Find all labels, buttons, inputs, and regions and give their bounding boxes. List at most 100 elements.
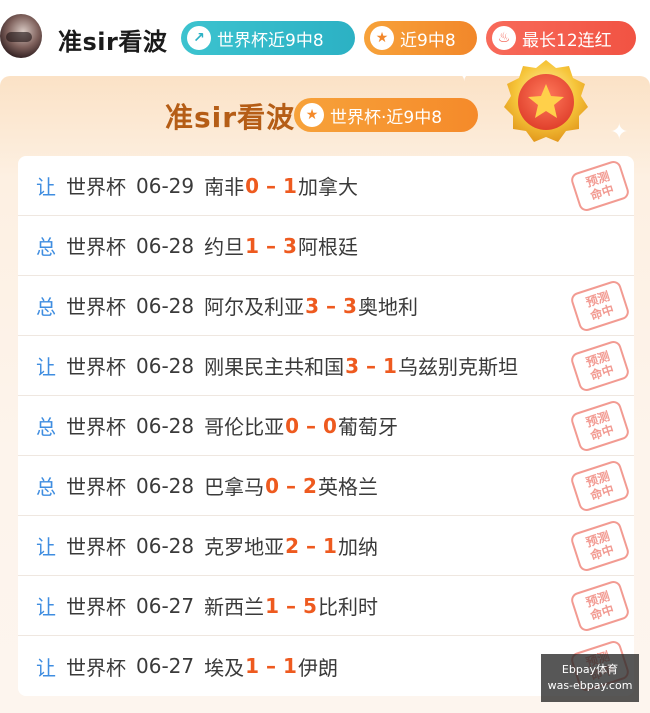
badge-streak[interactable]: ♨ 最长12连红 bbox=[486, 21, 636, 55]
card-title: 准sir看波 bbox=[165, 101, 296, 134]
away-team: 葡萄牙 bbox=[337, 415, 398, 439]
home-team: 阿尔及利亚 bbox=[204, 295, 305, 319]
home-score: 2 bbox=[285, 533, 300, 558]
bet-type-tag: 总 bbox=[36, 475, 56, 499]
league-name: 世界杯 bbox=[66, 535, 126, 559]
away-score: 1 bbox=[283, 173, 297, 198]
bet-type-tag: 让 bbox=[36, 595, 56, 619]
hit-stamp-icon: 预测命中 bbox=[569, 518, 631, 574]
bet-type-tag: 总 bbox=[36, 415, 56, 439]
home-team: 巴拿马 bbox=[204, 475, 265, 499]
home-score: 0 bbox=[245, 173, 260, 198]
league-name: 世界杯 bbox=[66, 655, 126, 680]
hit-stamp-icon: 预测命中 bbox=[569, 458, 631, 514]
match-date: 06-28 bbox=[136, 473, 195, 498]
away-team: 加纳 bbox=[337, 535, 378, 559]
home-score: 1 bbox=[245, 654, 260, 678]
home-team: 哥伦比亚 bbox=[204, 415, 285, 439]
score-separator: – bbox=[306, 413, 317, 438]
table-row[interactable]: 总世界杯 06-28 哥伦比亚 0–0 葡萄牙 预测 命中 bbox=[18, 396, 634, 456]
match-date: 06-27 bbox=[136, 654, 195, 678]
score-separator: – bbox=[266, 173, 277, 198]
match-date: 06-27 bbox=[136, 593, 195, 618]
hit-stamp-icon: 预测命中 bbox=[569, 278, 631, 334]
league-name: 世界杯 bbox=[66, 355, 126, 379]
bet-type-tag: 让 bbox=[36, 655, 56, 680]
badge-worldcup-record-label: 世界杯近9中8 bbox=[217, 30, 324, 51]
home-team: 克罗地亚 bbox=[204, 535, 285, 559]
table-row[interactable]: 总世界杯 06-28 阿尔及利亚 3–3 奥地利 预测 命中 bbox=[18, 276, 634, 336]
away-score: 1 bbox=[323, 533, 337, 558]
arrow-up-icon: ↗ bbox=[187, 26, 211, 50]
badge-recent-record[interactable]: ★ 近9中8 bbox=[364, 21, 477, 55]
avatar[interactable] bbox=[0, 14, 42, 58]
league-name: 世界杯 bbox=[66, 475, 126, 499]
prediction-card: ✦ ✦ 准sir看波 ★ 世界杯·近9中8 让世界杯 06-29 南非 0–1 加拿大预… bbox=[0, 60, 650, 713]
flame-icon: ♨ bbox=[492, 26, 516, 50]
away-team: 比利时 bbox=[317, 595, 378, 619]
score-separator: – bbox=[266, 654, 277, 678]
star-icon: ★ bbox=[370, 26, 394, 50]
away-team: 奥地利 bbox=[357, 295, 418, 319]
badge-streak-label: 最长12连红 bbox=[522, 30, 612, 51]
home-score: 3 bbox=[305, 293, 320, 318]
home-team: 埃及 bbox=[204, 655, 245, 680]
badge-recent-record-label: 近9中8 bbox=[400, 30, 456, 51]
table-row[interactable]: 让世界杯 06-28 克罗地亚 2–1 加纳 预测 命中 bbox=[18, 516, 634, 576]
table-row[interactable]: 让世界杯 06-27 新西兰 1–5 比利时 预测 命中 bbox=[18, 576, 634, 636]
league-name: 世界杯 bbox=[66, 415, 126, 439]
home-score: 0 bbox=[265, 473, 280, 498]
hit-stamp-icon: 预测命中 bbox=[569, 398, 631, 454]
away-team: 乌兹别克斯坦 bbox=[397, 355, 518, 379]
watermark-line1: Ebpay体育 bbox=[561, 663, 619, 676]
home-team: 约旦 bbox=[204, 235, 245, 259]
medal-icon bbox=[504, 60, 588, 142]
card-record-badge: ★ 世界杯·近9中8 bbox=[294, 98, 478, 132]
away-team: 加拿大 bbox=[297, 175, 358, 199]
score-separator: – bbox=[286, 473, 297, 498]
league-name: 世界杯 bbox=[66, 175, 126, 199]
match-date: 06-29 bbox=[136, 173, 195, 198]
bet-type-tag: 总 bbox=[36, 295, 56, 319]
match-date: 06-28 bbox=[136, 413, 195, 438]
home-team: 新西兰 bbox=[204, 595, 265, 619]
bet-type-tag: 让 bbox=[36, 175, 56, 199]
hit-stamp-icon: 预测命中 bbox=[569, 578, 631, 634]
hit-stamp-icon: 预测命中 bbox=[569, 158, 631, 214]
bet-type-tag: 让 bbox=[36, 355, 56, 379]
league-name: 世界杯 bbox=[66, 235, 126, 259]
score-separator: – bbox=[306, 533, 317, 558]
watermark-line2: was-ebpay.com bbox=[547, 679, 633, 692]
match-date: 06-28 bbox=[136, 293, 195, 318]
watermark: Ebpay体育 was-ebpay.com bbox=[541, 654, 639, 702]
away-score: 2 bbox=[303, 473, 317, 498]
sparkle-icon: ✦ bbox=[455, 62, 474, 87]
league-name: 世界杯 bbox=[66, 595, 126, 619]
match-date: 06-28 bbox=[136, 533, 195, 558]
table-row[interactable]: 总世界杯 06-28 巴拿马 0–2 英格兰 预测 命中 bbox=[18, 456, 634, 516]
away-score: 1 bbox=[383, 353, 397, 378]
bet-type-tag: 让 bbox=[36, 535, 56, 559]
sparkle-icon: ✦ bbox=[610, 120, 629, 145]
table-row[interactable]: 让世界杯 06-28 刚果民主共和国 3–1 乌兹别克斯坦 预测 命中 bbox=[18, 336, 634, 396]
away-score: 5 bbox=[303, 593, 317, 618]
league-name: 世界杯 bbox=[66, 295, 126, 319]
match-date: 06-28 bbox=[136, 233, 195, 258]
home-score: 1 bbox=[265, 593, 280, 618]
hit-stamp-icon: 预测命中 bbox=[569, 338, 631, 394]
away-team: 伊朗 bbox=[297, 655, 338, 680]
badge-worldcup-record[interactable]: ↗ 世界杯近9中8 bbox=[181, 21, 355, 55]
home-team: 刚果民主共和国 bbox=[204, 355, 345, 379]
score-separator: – bbox=[266, 233, 277, 258]
away-score: 3 bbox=[283, 233, 297, 258]
away-score: 1 bbox=[283, 654, 297, 678]
home-score: 0 bbox=[285, 413, 300, 438]
table-row[interactable]: 让世界杯 06-29 南非 0–1 加拿大 预测 命中 bbox=[18, 156, 634, 216]
away-score: 0 bbox=[323, 413, 337, 438]
score-separator: – bbox=[366, 353, 377, 378]
away-team: 英格兰 bbox=[317, 475, 378, 499]
table-row[interactable]: 总世界杯 06-28 约旦 1–3 阿根廷 bbox=[18, 216, 634, 276]
home-score: 1 bbox=[245, 233, 260, 258]
user-name[interactable]: 准sir看波 bbox=[58, 22, 167, 57]
score-separator: – bbox=[326, 293, 337, 318]
